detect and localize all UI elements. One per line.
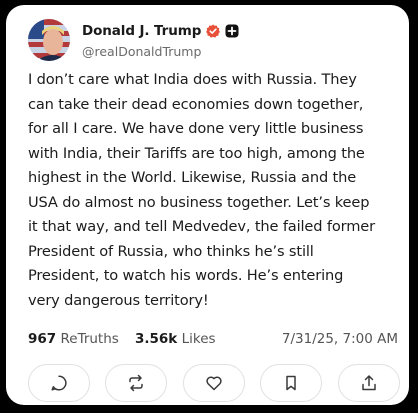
heart-icon (205, 374, 223, 392)
avatar-image (28, 19, 70, 61)
retruths-count: 967 (28, 331, 57, 347)
post-timestamp[interactable]: 7/31/25, 7:00 AM (282, 331, 398, 347)
post-card: Donald J. Trump @realDonaldTrump I don’t… (6, 5, 409, 405)
author-row: Donald J. Trump (82, 22, 239, 40)
like-button[interactable] (183, 364, 245, 402)
post-stats: 967 ReTruths 3.56k Likes 7/31/25, 7:00 A… (28, 331, 398, 351)
verified-badge-icon (206, 24, 221, 38)
reply-button[interactable] (28, 364, 90, 402)
retruth-icon (127, 374, 145, 392)
retruths-stat[interactable]: 967 ReTruths (28, 331, 119, 347)
likes-count: 3.56k (135, 331, 178, 347)
plus-badge-icon (225, 24, 239, 38)
display-name[interactable]: Donald J. Trump (82, 23, 201, 39)
avatar[interactable] (28, 19, 70, 61)
action-bar (28, 364, 400, 402)
retruths-label: ReTruths (60, 331, 119, 347)
share-icon (360, 374, 378, 392)
share-button[interactable] (338, 364, 400, 402)
bookmark-button[interactable] (260, 364, 322, 402)
likes-label: Likes (181, 331, 216, 347)
author-handle[interactable]: @realDonaldTrump (82, 44, 201, 59)
post-body: I don’t care what India does with Russia… (28, 71, 375, 309)
retruth-button[interactable] (105, 364, 167, 402)
likes-stat[interactable]: 3.56k Likes (135, 331, 216, 347)
bookmark-icon (282, 374, 300, 392)
reply-icon (50, 374, 68, 392)
